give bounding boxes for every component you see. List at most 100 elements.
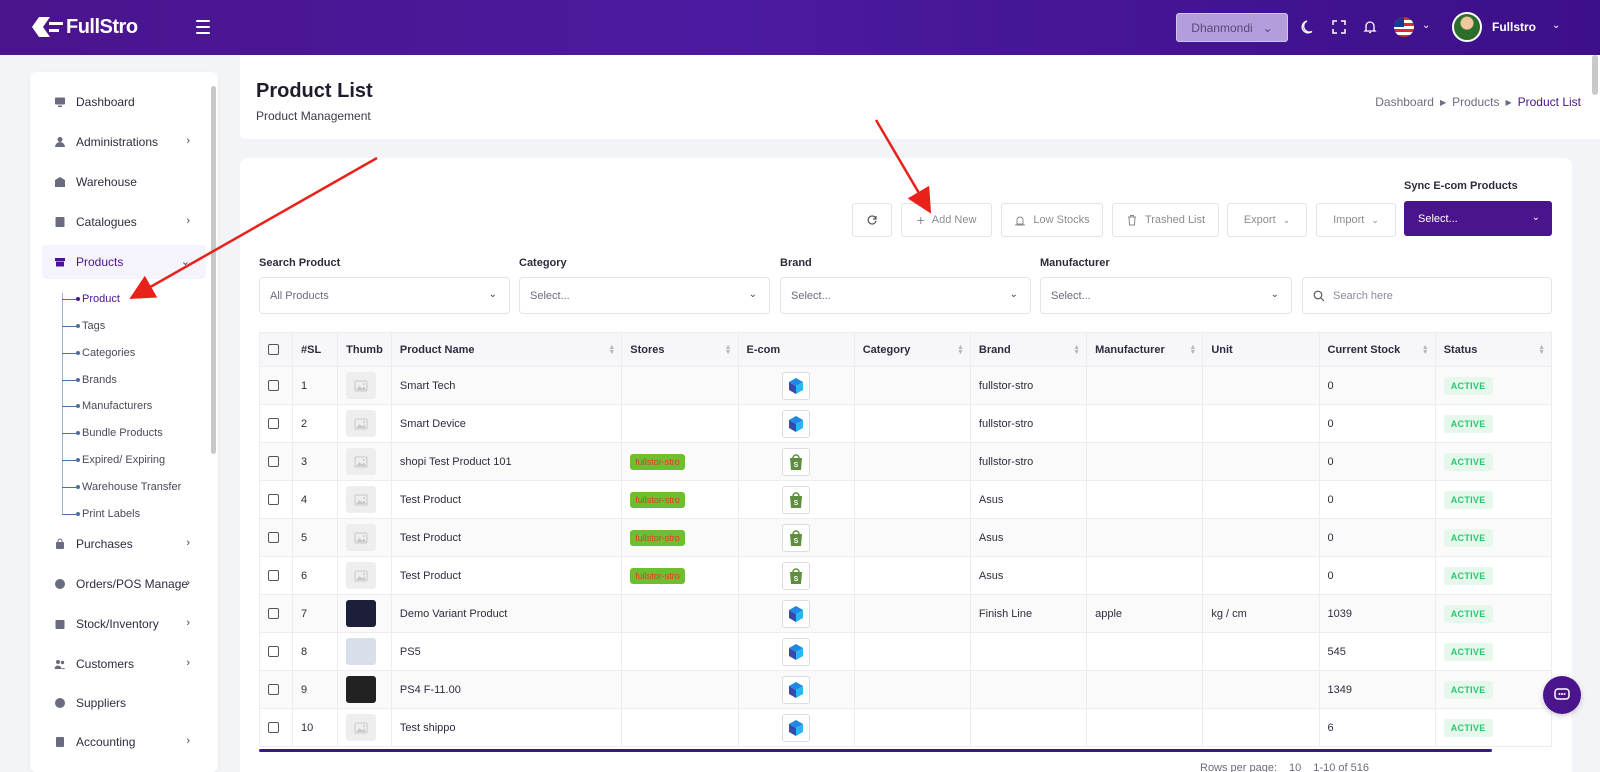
sort-icon[interactable]: ▲ ▼ <box>725 344 732 356</box>
product-name-cell[interactable]: PS5 <box>390 632 623 671</box>
submenu-item-categories[interactable]: Categories <box>62 344 135 362</box>
table-row[interactable]: 10 Test shippo 6 ACTIVE <box>258 708 1553 747</box>
column-header-manufacturer[interactable]: Manufacturer ▲ ▼ <box>1086 332 1204 367</box>
sync-ecom-select[interactable]: Select... ⌄ <box>1404 201 1552 236</box>
table-row[interactable]: 3 shopi Test Product 101 fullstor-stro Sful… <box>258 442 1553 481</box>
product-name-cell[interactable]: shopi Test Product 101 <box>390 442 623 481</box>
sort-icon[interactable]: ▲ ▼ <box>1189 344 1196 356</box>
product-thumbnail[interactable] <box>346 562 377 589</box>
table-row[interactable]: 8 PS5 545 ACTIVE <box>258 632 1553 671</box>
breadcrumb-dashboard[interactable]: Dashboard <box>1375 95 1434 109</box>
shopify-icon[interactable]: S <box>782 523 811 552</box>
breadcrumb-products[interactable]: Products <box>1452 95 1499 109</box>
search-input[interactable] <box>1333 289 1533 302</box>
product-name-cell[interactable]: Test Product <box>390 556 623 595</box>
product-thumbnail[interactable] <box>346 448 377 475</box>
row-checkbox[interactable] <box>268 532 279 544</box>
row-checkbox[interactable] <box>268 418 279 430</box>
sidebar-item-suppliers[interactable]: Suppliers <box>42 686 206 720</box>
product-name-cell[interactable]: Demo Variant Product <box>390 594 623 633</box>
page-scrollbar[interactable] <box>1592 55 1598 95</box>
row-checkbox[interactable] <box>268 684 279 696</box>
table-row[interactable]: 9 PS4 F-11.00 1349 ACTIVE <box>258 670 1553 709</box>
column-header-category[interactable]: Category ▲ ▼ <box>853 332 971 367</box>
sort-icon[interactable]: ▲ ▼ <box>1538 344 1545 356</box>
manufacturer-select[interactable]: Select... ⌄ <box>1040 277 1292 314</box>
ecom-cube-icon[interactable] <box>782 675 811 704</box>
row-checkbox[interactable] <box>268 494 279 506</box>
dark-mode-moon-icon[interactable] <box>1300 18 1318 36</box>
row-checkbox[interactable] <box>268 380 279 392</box>
us-flag-icon[interactable] <box>1394 17 1414 37</box>
column-header-sl[interactable]: #SL <box>292 332 339 367</box>
submenu-item-manufacturers[interactable]: Manufacturers <box>62 397 152 415</box>
product-thumbnail[interactable] <box>346 600 377 627</box>
search-product-select[interactable]: All Products ⌄ <box>259 277 510 314</box>
submenu-item-product[interactable]: Product <box>62 290 120 308</box>
table-row[interactable]: 6 Test Product fullstor-stro S Asus 0 ACTIVE <box>258 556 1553 595</box>
row-checkbox[interactable] <box>268 608 279 620</box>
username[interactable]: Fullstro <box>1492 20 1536 34</box>
branch-select[interactable]: Dhanmondi ⌄ <box>1176 13 1288 42</box>
ecom-cube-icon[interactable] <box>782 599 811 628</box>
sort-icon[interactable]: ▲ ▼ <box>957 344 964 356</box>
product-name-cell[interactable]: Smart Device <box>390 404 623 443</box>
product-thumbnail[interactable] <box>346 524 377 551</box>
ecom-cube-icon[interactable] <box>782 713 811 742</box>
row-checkbox[interactable] <box>268 646 279 658</box>
sidebar-item-purchases[interactable]: Purchases › <box>42 527 206 561</box>
table-row[interactable]: 5 Test Product fullstor-stro S Asus 0 ACTIVE <box>258 518 1553 557</box>
shopify-icon[interactable]: S <box>782 561 811 590</box>
table-row[interactable]: 2 Smart Device fullstor-stro 0 ACTIVE <box>258 404 1553 443</box>
column-header-brand[interactable]: Brand ▲ ▼ <box>969 332 1088 367</box>
submenu-item-warehouse-transfer[interactable]: Warehouse Transfer <box>62 478 181 496</box>
column-header-current-stock[interactable]: Current Stock ▲ ▼ <box>1318 332 1436 367</box>
shopify-icon[interactable]: S <box>782 485 811 514</box>
trashed-list-button[interactable]: Trashed List <box>1112 203 1219 237</box>
sidebar-item-stock[interactable]: Stock/Inventory › <box>42 607 206 641</box>
table-row[interactable]: 7 Demo Variant Product Finish Line apple kg … <box>258 594 1553 633</box>
app-logo[interactable]: FullStro <box>30 14 138 40</box>
user-avatar[interactable] <box>1452 12 1482 42</box>
chat-support-button[interactable] <box>1543 676 1581 714</box>
product-name-cell[interactable]: Test shippo <box>390 708 623 747</box>
product-name-cell[interactable]: Test Product <box>390 518 623 557</box>
ecom-cube-icon[interactable] <box>782 637 811 666</box>
table-row[interactable]: 4 Test Product fullstor-stro S Asus 0 ACTIVE <box>258 480 1553 519</box>
product-thumbnail[interactable] <box>346 410 377 437</box>
column-header-stores[interactable]: Stores ▲ ▼ <box>621 332 739 367</box>
product-thumbnail[interactable] <box>346 714 377 741</box>
column-header-status[interactable]: Status ▲ ▼ <box>1434 332 1553 367</box>
sidebar-scrollbar[interactable] <box>211 86 216 454</box>
export-dropdown[interactable]: Export ⌄ <box>1227 203 1307 237</box>
column-header-product-name[interactable]: Product Name ▲ ▼ <box>390 332 623 367</box>
sidebar-item-customers[interactable]: Customers › <box>42 647 206 681</box>
table-horizontal-scrollbar[interactable] <box>259 749 1492 752</box>
product-name-cell[interactable]: Smart Tech <box>390 366 623 405</box>
sidebar-item-administrations[interactable]: Administrations › <box>42 125 206 159</box>
sidebar-item-accounting[interactable]: Accounting › <box>42 725 206 759</box>
sidebar-item-dashboard[interactable]: Dashboard <box>42 85 206 119</box>
product-thumbnail[interactable] <box>346 638 377 665</box>
table-row[interactable]: 1 Smart Tech fullstor-stro 0 ACTIVE <box>258 366 1553 405</box>
fullscreen-icon[interactable] <box>1330 18 1348 36</box>
row-checkbox[interactable] <box>268 570 279 582</box>
sidebar-item-orders[interactable]: Orders/POS Manage › <box>42 567 206 601</box>
low-stocks-button[interactable]: Low Stocks <box>1001 203 1103 237</box>
sidebar-item-products[interactable]: Products ⌄ <box>42 245 206 279</box>
submenu-item-brands[interactable]: Brands <box>62 371 117 389</box>
category-select[interactable]: Select... ⌄ <box>519 277 770 314</box>
add-new-button[interactable]: + Add New <box>901 203 992 237</box>
sort-icon[interactable]: ▲ ▼ <box>1422 344 1429 356</box>
product-thumbnail[interactable] <box>346 372 377 399</box>
brand-select[interactable]: Select... ⌄ <box>780 277 1031 314</box>
product-name-cell[interactable]: PS4 F-11.00 <box>390 670 623 709</box>
submenu-item-expired[interactable]: Expired/ Expiring <box>62 451 165 469</box>
menu-toggle-icon[interactable] <box>196 20 210 34</box>
language-chevron-icon[interactable]: ⌄ <box>1422 20 1430 31</box>
submenu-item-print-labels[interactable]: Print Labels <box>62 505 140 523</box>
select-all-checkbox[interactable] <box>268 344 279 356</box>
notification-bell-icon[interactable] <box>1361 18 1379 36</box>
product-thumbnail[interactable] <box>346 486 377 513</box>
submenu-item-bundle-products[interactable]: Bundle Products <box>62 424 163 442</box>
